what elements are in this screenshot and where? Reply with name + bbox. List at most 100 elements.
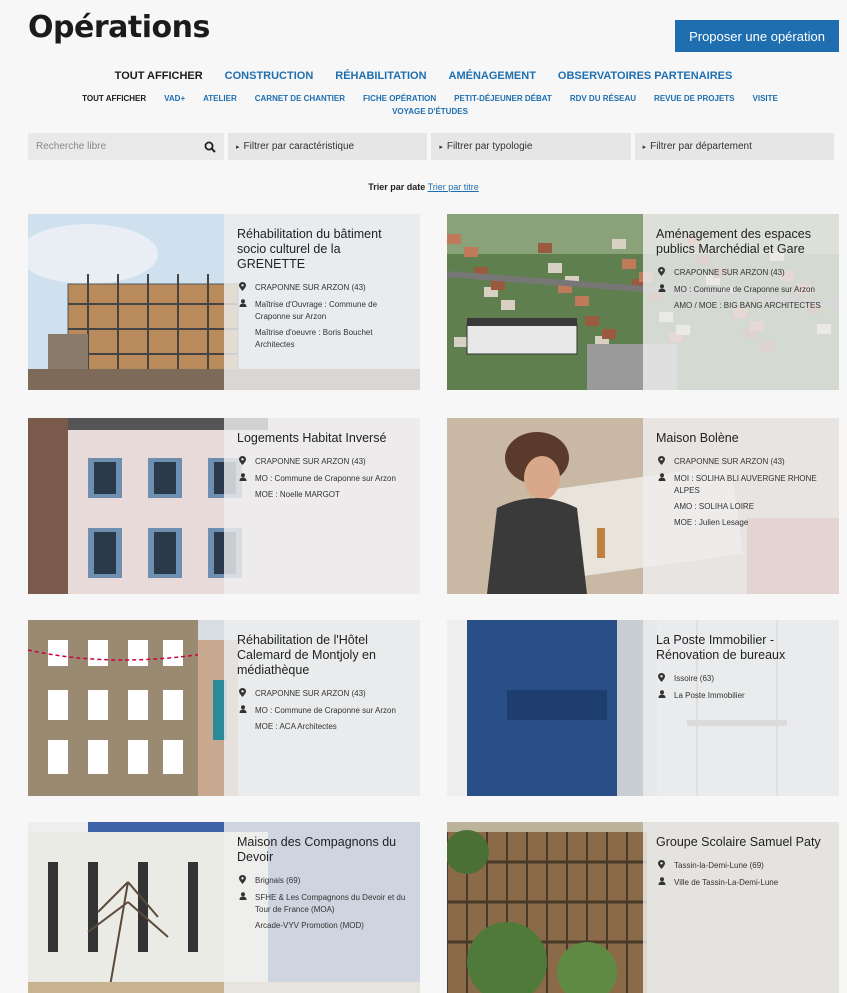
- operation-contributor: Arcade-VYV Promotion (MOD): [255, 921, 364, 930]
- operation-card[interactable]: Groupe Scolaire Samuel Paty Tassin-la-Dem…: [447, 822, 839, 993]
- operation-owner: MO : Commune de Craponne sur Arzon: [255, 474, 396, 483]
- person-icon: [237, 892, 255, 916]
- operation-location: CRAPONNE SUR ARZON (43): [674, 268, 785, 277]
- operation-info-panel: Maison des Compagnons du Devoir Brignais …: [224, 822, 420, 993]
- operation-info-panel: Aménagement des espaces publics Marchédi…: [643, 214, 839, 390]
- operation-info-panel: Maison Bolène CRAPONNE SUR ARZON (43) MOI …: [643, 418, 839, 594]
- person-icon: [237, 299, 255, 323]
- location-pin-icon: [656, 860, 674, 873]
- operation-card[interactable]: La Poste Immobilier - Rénovation de bure…: [447, 620, 839, 796]
- person-icon: [237, 705, 255, 717]
- operation-card[interactable]: Réhabilitation de l'Hôtel Calemard de Mo…: [28, 620, 420, 796]
- operation-owner: La Poste Immobilier: [674, 691, 745, 700]
- nav-tab-amenagement[interactable]: Aménagement: [449, 70, 536, 82]
- location-pin-icon: [237, 282, 255, 295]
- operation-title[interactable]: Maison Bolène: [656, 431, 827, 446]
- operation-location: Brignais (69): [255, 876, 301, 885]
- subnav-tab-rdv-du-reseau[interactable]: RDV du réseau: [570, 94, 636, 103]
- operation-meta: Issoire (63) La Poste Immobilier: [656, 673, 827, 702]
- nav-tab-rehabilitation[interactable]: Réhabilitation: [335, 70, 426, 82]
- subnav-tab-fiche-operation[interactable]: Fiche opération: [363, 94, 436, 103]
- subnav-tab-atelier[interactable]: Atelier: [203, 94, 237, 103]
- subnav-tab-vad[interactable]: VAD+: [164, 94, 185, 103]
- operation-info-panel: La Poste Immobilier - Rénovation de bure…: [643, 620, 839, 796]
- propose-operation-button[interactable]: Proposer une opération: [675, 20, 839, 52]
- operation-owner: MO : Commune de Craponne sur Arzon: [255, 706, 396, 715]
- subnav-tab-petit-dejeuner-debat[interactable]: Petit-déjeuner débat: [454, 94, 552, 103]
- operation-card[interactable]: Logements Habitat Inversé CRAPONNE SUR AR…: [28, 418, 420, 594]
- operation-location: Issoire (63): [674, 674, 715, 683]
- operation-card[interactable]: Réhabilitation du bâtiment socio culture…: [28, 214, 420, 390]
- search-input[interactable]: [36, 141, 186, 152]
- operation-meta: CRAPONNE SUR ARZON (43) Maîtrise d'Ouvrag…: [237, 282, 408, 351]
- filter-bar: ▸Filtrer par caractéristique ▸Filtrer pa…: [28, 133, 834, 160]
- subnav-tab-visite[interactable]: Visite: [753, 94, 778, 103]
- location-pin-icon: [656, 267, 674, 280]
- nav-tab-observatoires-partenaires[interactable]: Observatoires partenaires: [558, 70, 732, 82]
- operation-meta: CRAPONNE SUR ARZON (43) MO : Commune de C…: [237, 456, 408, 501]
- primary-category-nav: Tout afficher Construction Réhabilitation A…: [0, 70, 847, 82]
- operation-meta: Brignais (69) SFHE & Les Compagnons du De…: [237, 875, 408, 932]
- secondary-type-nav: Tout afficher VAD+ Atelier Carnet de chanti…: [60, 94, 800, 116]
- operation-info-panel: Logements Habitat Inversé CRAPONNE SUR AR…: [224, 418, 420, 594]
- operation-owner: MO : Commune de Craponne sur Arzon: [674, 285, 815, 294]
- filter-department[interactable]: ▸ Filtrer par département: [634, 133, 834, 160]
- nav-tab-tout-afficher[interactable]: Tout afficher: [115, 70, 203, 82]
- sort-by-title-link[interactable]: Trier par titre: [428, 182, 479, 192]
- nav-tab-construction[interactable]: Construction: [225, 70, 314, 82]
- filter-typology-label: Filtrer par typologie: [446, 141, 533, 152]
- person-icon: [656, 877, 674, 889]
- operation-title[interactable]: Groupe Scolaire Samuel Paty: [656, 835, 827, 850]
- operation-location: CRAPONNE SUR ARZON (43): [255, 283, 366, 292]
- operation-title[interactable]: Maison des Compagnons du Devoir: [237, 835, 408, 865]
- subnav-tab-voyage-d-etudes[interactable]: Voyage d'études: [392, 107, 468, 116]
- operation-contributor: AMO / MOE : BIG BANG ARCHITECTES: [674, 301, 821, 310]
- filter-typology[interactable]: ▸ Filtrer par typologie: [431, 133, 631, 160]
- operation-card[interactable]: Maison des Compagnons du Devoir Brignais …: [28, 822, 420, 993]
- filter-characteristic-label: Filtrer par caractéristique: [243, 141, 355, 152]
- subnav-tab-revue-de-projets[interactable]: Revue de projets: [654, 94, 734, 103]
- search-icon[interactable]: [204, 141, 216, 153]
- location-pin-icon: [656, 456, 674, 469]
- operation-meta: Tassin-la-Demi-Lune (69) Ville de Tassin-…: [656, 860, 827, 889]
- operation-meta: CRAPONNE SUR ARZON (43) MO : Commune de C…: [237, 688, 408, 733]
- person-icon: [237, 473, 255, 485]
- operation-owner: SFHE & Les Compagnons du Devoir et du To…: [255, 893, 406, 914]
- operation-title[interactable]: Logements Habitat Inversé: [237, 431, 408, 446]
- location-pin-icon: [237, 875, 255, 888]
- operation-card[interactable]: Aménagement des espaces publics Marchédi…: [447, 214, 839, 390]
- location-pin-icon: [237, 688, 255, 701]
- operation-meta: CRAPONNE SUR ARZON (43) MOI : SOLIHA BLI …: [656, 456, 827, 529]
- operation-card[interactable]: Maison Bolène CRAPONNE SUR ARZON (43) MOI …: [447, 418, 839, 594]
- sort-by-date[interactable]: Trier par date: [368, 182, 425, 192]
- person-icon: [656, 690, 674, 702]
- operation-location: CRAPONNE SUR ARZON (43): [255, 457, 366, 466]
- operation-title[interactable]: La Poste Immobilier - Rénovation de bure…: [656, 633, 827, 663]
- operation-info-panel: Réhabilitation du bâtiment socio culture…: [224, 214, 420, 390]
- sort-controls: Trier par date Trier par titre: [0, 182, 847, 192]
- operation-title[interactable]: Réhabilitation de l'Hôtel Calemard de Mo…: [237, 633, 408, 678]
- caret-right-icon: ▸: [642, 143, 647, 151]
- subnav-tab-carnet-de-chantier[interactable]: Carnet de chantier: [255, 94, 345, 103]
- operation-title[interactable]: Aménagement des espaces publics Marchédi…: [656, 227, 827, 257]
- caret-right-icon: ▸: [439, 143, 443, 151]
- operation-title[interactable]: Réhabilitation du bâtiment socio culture…: [237, 227, 408, 272]
- operation-contributor: Maîtrise d'oeuvre : Boris Bouchet Archit…: [255, 328, 373, 349]
- operation-contributor: AMO : SOLIHA LOIRE: [674, 502, 755, 511]
- operation-owner: MOI : SOLIHA BLI AUVERGNE RHONE ALPES: [674, 474, 817, 495]
- operation-contributor: MOE : Julien Lesage: [674, 518, 749, 527]
- filter-characteristic[interactable]: ▸ Filtrer par caractéristique: [228, 133, 428, 160]
- operations-page: Opérations Proposer une opération Tout a…: [0, 0, 847, 993]
- location-pin-icon: [656, 673, 674, 686]
- person-icon: [656, 473, 674, 497]
- operation-contributor: MOE : Noelle MARGOT: [255, 490, 340, 499]
- filter-department-label: Filtrer par département: [650, 141, 752, 152]
- operation-owner: Maîtrise d'Ouvrage : Commune de Craponne…: [255, 300, 378, 321]
- operation-info-panel: Groupe Scolaire Samuel Paty Tassin-la-Dem…: [643, 822, 839, 993]
- operation-location: CRAPONNE SUR ARZON (43): [255, 689, 366, 698]
- operation-info-panel: Réhabilitation de l'Hôtel Calemard de Mo…: [224, 620, 420, 796]
- caret-right-icon: ▸: [236, 143, 240, 151]
- search-box: [28, 133, 224, 160]
- subnav-tab-tout-afficher[interactable]: Tout afficher: [82, 94, 146, 103]
- operation-location: CRAPONNE SUR ARZON (43): [674, 457, 785, 466]
